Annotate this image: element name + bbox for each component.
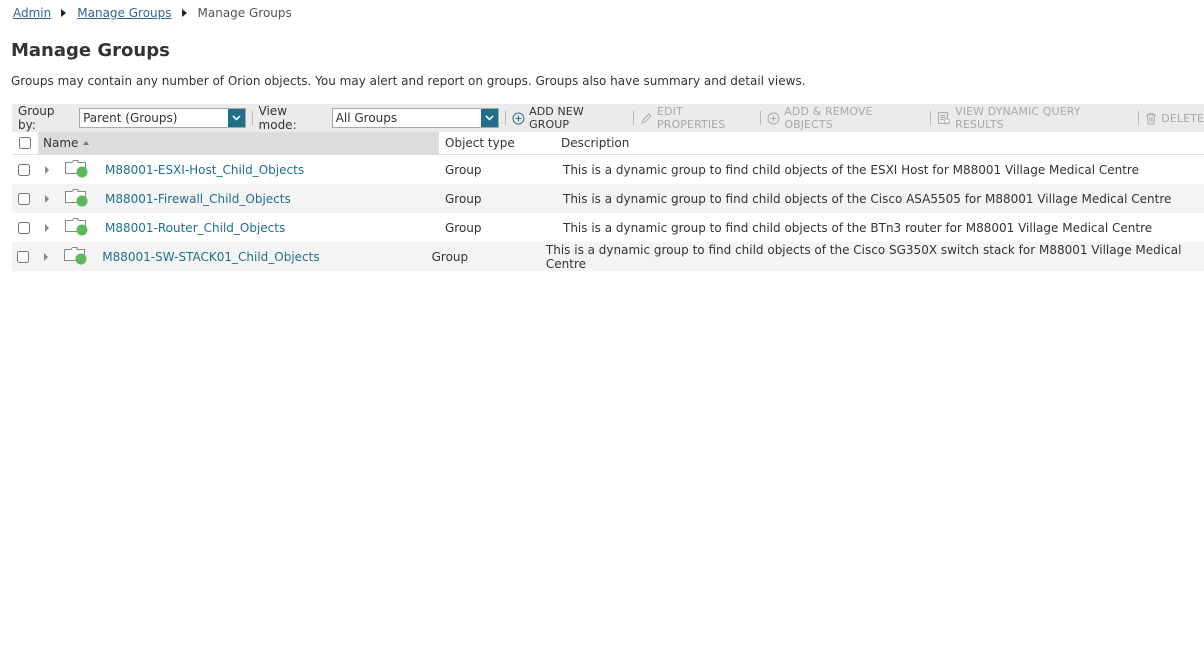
table-row: M88001-SW-STACK01_Child_Objects Group Th… <box>12 242 1204 271</box>
column-header-name[interactable]: Name <box>38 131 439 155</box>
group-icon <box>63 246 103 267</box>
toolbar-separator <box>760 111 762 125</box>
view-dynamic-query-results-label: VIEW DYNAMIC QUERY RESULTS <box>955 105 1081 131</box>
expand-arrow-icon[interactable] <box>43 252 48 261</box>
breadcrumb-arrow-icon <box>181 9 187 17</box>
row-checkbox[interactable] <box>17 163 30 176</box>
group-name-link[interactable]: M88001-ESXI-Host_Child_Objects <box>105 163 304 177</box>
column-header-description-label: Description <box>561 136 630 150</box>
trash-icon <box>1146 112 1157 124</box>
grid-toolbar: Group by: Parent (Groups) View mode: All… <box>12 104 1204 132</box>
view-dynamic-query-results-button[interactable]: VIEW DYNAMIC QUERY RESULTS <box>937 105 1132 131</box>
add-remove-objects-button[interactable]: ADD & REMOVE OBJECTS <box>767 105 924 131</box>
add-new-group-button[interactable]: ADD NEW GROUP <box>512 105 627 131</box>
select-all-cell <box>12 132 38 155</box>
table-header: Name Object type Description <box>12 131 1204 155</box>
sort-ascending-icon <box>83 141 90 145</box>
object-type-cell: Group <box>445 220 482 235</box>
object-type-cell: Group <box>431 249 469 264</box>
breadcrumb-arrow-icon <box>61 9 67 17</box>
group-by-value: Parent (Groups) <box>83 111 178 125</box>
chevron-down-icon[interactable] <box>481 109 499 127</box>
toolbar-separator <box>633 111 635 125</box>
breadcrumb-link-manage-groups[interactable]: Manage Groups <box>77 6 171 20</box>
add-new-group-label: ADD NEW GROUP <box>529 105 584 131</box>
status-up-icon <box>75 253 87 264</box>
toolbar-separator <box>1138 111 1140 125</box>
toolbar-separator <box>930 111 932 125</box>
breadcrumb: Admin Manage Groups Manage Groups <box>13 5 292 21</box>
row-checkbox[interactable] <box>17 250 30 263</box>
description-cell: This is a dynamic group to find child ob… <box>563 162 1139 177</box>
breadcrumb-link-admin[interactable]: Admin <box>13 6 51 20</box>
row-checkbox[interactable] <box>17 192 30 205</box>
table-row: M88001-Router_Child_Objects Group This i… <box>12 213 1204 242</box>
group-by-label: Group by: <box>18 104 55 132</box>
status-up-icon <box>76 224 88 235</box>
table-body: M88001-ESXI-Host_Child_Objects Group Thi… <box>12 155 1204 271</box>
select-all-checkbox[interactable] <box>19 137 31 149</box>
group-icon <box>65 188 105 209</box>
status-up-icon <box>76 166 88 177</box>
group-name-link[interactable]: M88001-SW-STACK01_Child_Objects <box>102 250 319 264</box>
group-icon <box>65 159 105 180</box>
object-type-cell: Group <box>445 191 482 206</box>
groups-grid: Group by: Parent (Groups) View mode: All… <box>12 104 1204 271</box>
column-header-name-label: Name <box>43 136 79 150</box>
add-circle-icon <box>512 112 525 124</box>
add-remove-objects-label: ADD & REMOVE OBJECTS <box>784 105 873 131</box>
expand-arrow-icon[interactable] <box>45 223 49 232</box>
description-cell: This is a dynamic group to find child ob… <box>545 242 1182 271</box>
table-row: M88001-Firewall_Child_Objects Group This… <box>12 184 1204 213</box>
delete-label: DELETE <box>1161 111 1204 125</box>
page-description: Groups may contain any number of Orion o… <box>11 74 806 88</box>
group-by-select[interactable]: Parent (Groups) <box>79 108 246 128</box>
edit-properties-button[interactable]: EDIT PROPERTIES <box>640 105 754 131</box>
query-results-icon <box>938 112 951 125</box>
description-cell: This is a dynamic group to find child ob… <box>563 191 1172 206</box>
page-title: Manage Groups <box>11 40 170 61</box>
row-checkbox[interactable] <box>17 221 30 234</box>
breadcrumb-current: Manage Groups <box>197 6 292 20</box>
view-mode-value: All Groups <box>335 111 398 125</box>
chevron-down-icon[interactable] <box>227 109 245 127</box>
object-type-cell: Group <box>445 162 482 177</box>
pencil-icon <box>641 112 652 124</box>
column-header-description[interactable]: Description <box>561 136 629 150</box>
expand-arrow-icon[interactable] <box>45 165 49 174</box>
view-mode-select[interactable]: All Groups <box>331 108 500 128</box>
column-header-object-type[interactable]: Object type <box>439 136 561 150</box>
table-row: M88001-ESXI-Host_Child_Objects Group Thi… <box>12 155 1204 184</box>
description-cell: This is a dynamic group to find child ob… <box>563 220 1153 235</box>
edit-properties-label: EDIT PROPERTIES <box>657 105 726 131</box>
group-name-link[interactable]: M88001-Router_Child_Objects <box>105 221 285 235</box>
toolbar-separator <box>505 111 507 125</box>
group-name-link[interactable]: M88001-Firewall_Child_Objects <box>105 192 291 206</box>
add-circle-icon <box>767 112 780 124</box>
status-up-icon <box>76 195 88 206</box>
view-mode-label: View mode: <box>258 104 297 132</box>
expand-arrow-icon[interactable] <box>45 194 49 203</box>
group-icon <box>65 217 105 238</box>
toolbar-separator <box>251 111 253 125</box>
column-header-object-type-label: Object type <box>445 136 515 150</box>
delete-button[interactable]: DELETE <box>1145 112 1204 125</box>
